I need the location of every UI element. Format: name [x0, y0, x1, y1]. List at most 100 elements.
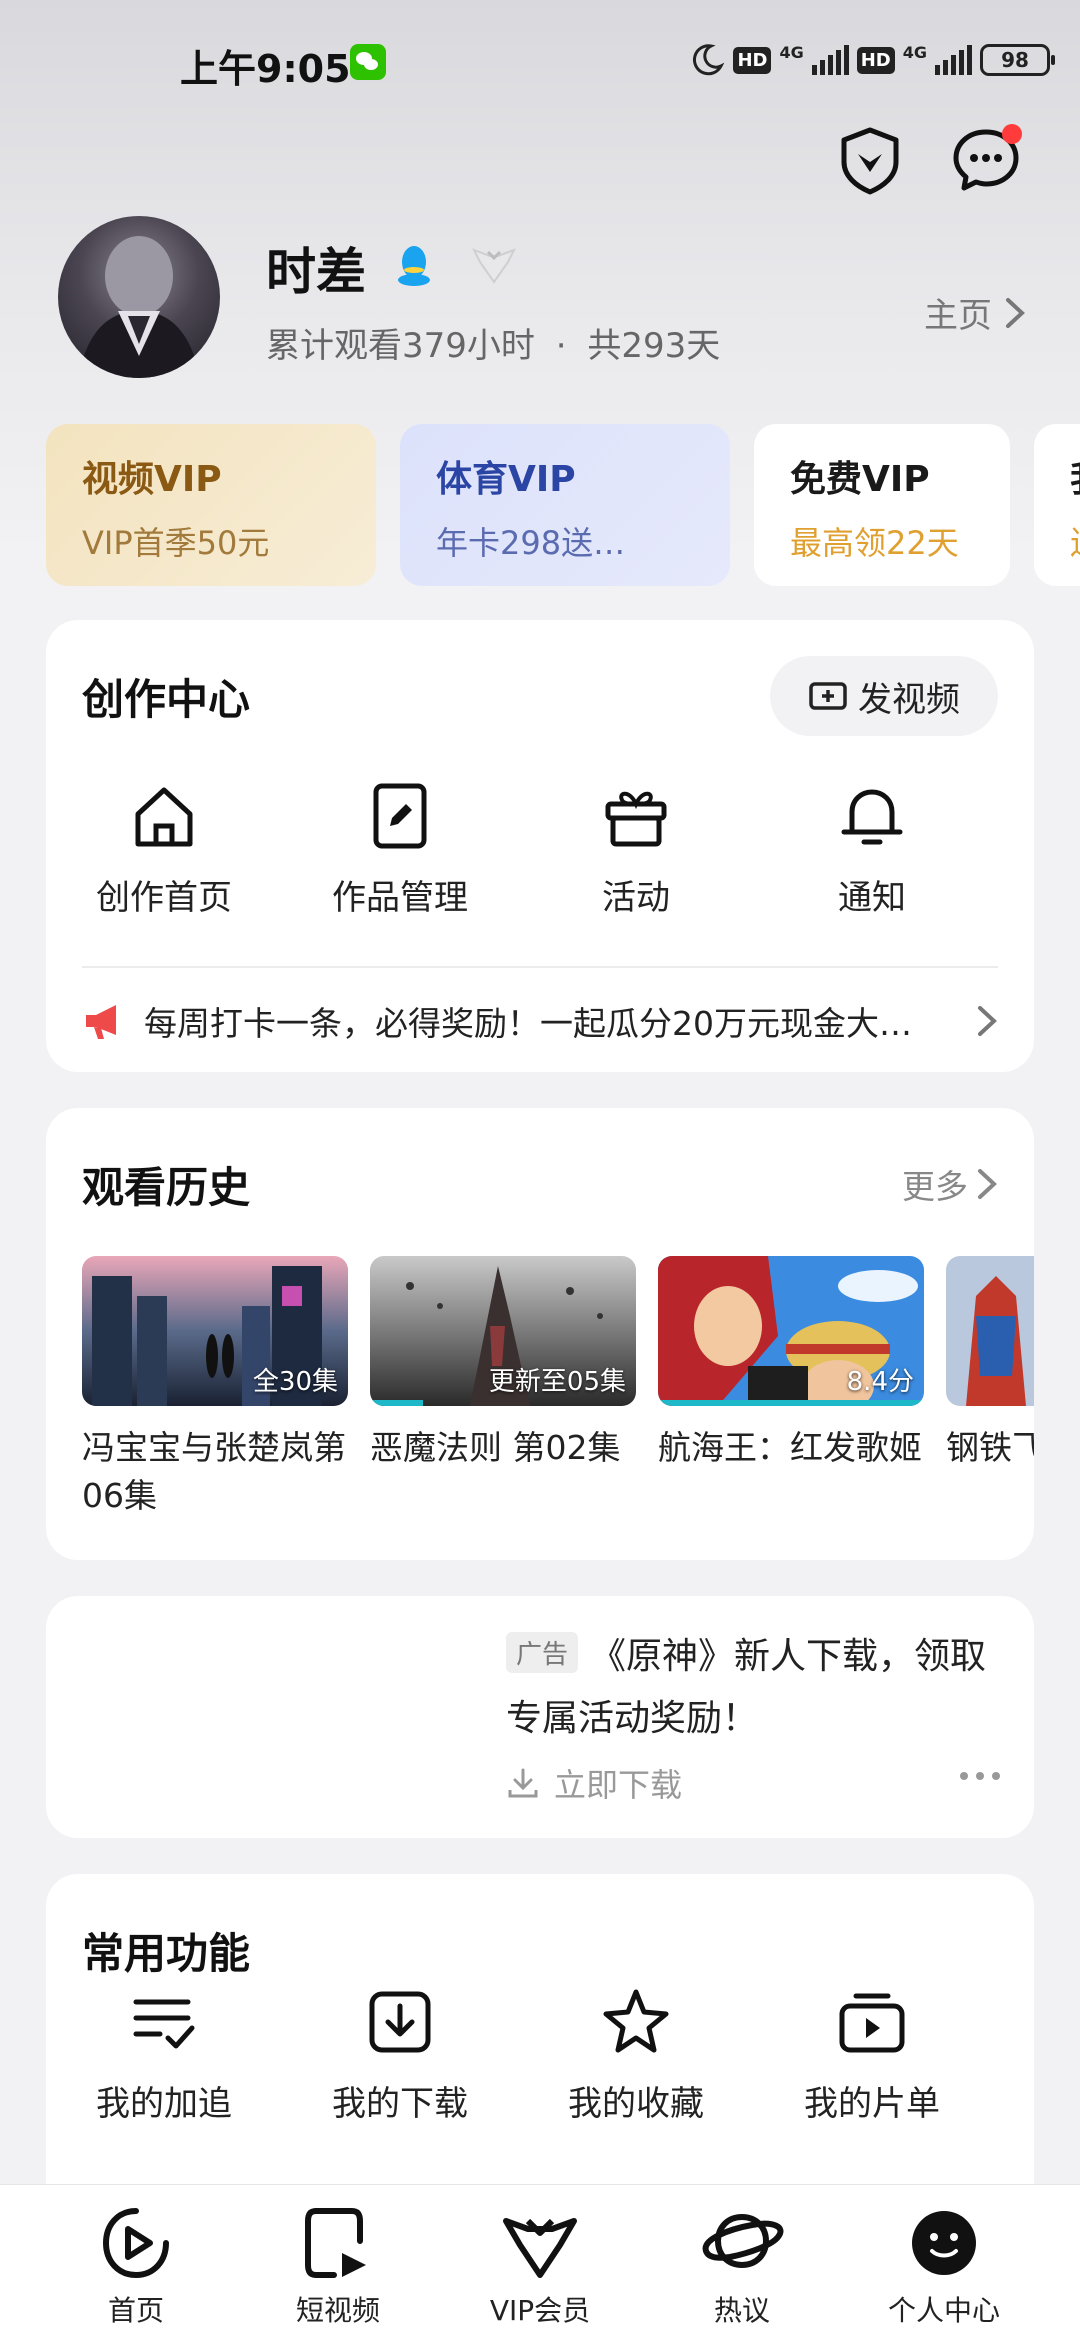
home-icon	[135, 787, 193, 847]
ad-download-label: 立即下载	[554, 1766, 683, 1804]
battery-icon: 98	[980, 44, 1055, 76]
qq-badge-icon[interactable]	[392, 242, 436, 290]
vip-card-subtitle: 最高领22天	[790, 524, 959, 562]
vip-card-sports[interactable]: 体育VIP 年卡298送…	[400, 424, 730, 586]
history-item[interactable]: 全30集 冯宝宝与张楚岚第06集	[82, 1256, 348, 1520]
nav-home[interactable]: 首页	[36, 2201, 236, 2329]
history-thumbnail: 更新至05集	[370, 1256, 636, 1406]
vip-card-title: 我	[1070, 450, 1080, 502]
more-options-icon[interactable]	[960, 1772, 1000, 1780]
function-label: 我的片单	[804, 2084, 940, 2124]
vip-card-free[interactable]: 免费VIP 最高领22天	[754, 424, 1010, 586]
megaphone-icon	[86, 1005, 116, 1039]
history-badge: 更新至05集	[488, 1367, 626, 1397]
function-label: 我的下载	[332, 2084, 468, 2124]
creation-center-title: 创作中心	[82, 675, 251, 724]
watch-history-title: 观看历史	[82, 1163, 251, 1212]
vip-card-title: 体育VIP	[436, 459, 576, 500]
history-thumbnail	[946, 1256, 1034, 1406]
function-my-downloads[interactable]: 我的下载	[280, 1986, 520, 2125]
star-icon	[603, 1989, 669, 2053]
homepage-label: 主页	[924, 296, 992, 336]
history-item[interactable]: 更新至05集 恶魔法则 第02集	[370, 1256, 636, 1472]
ad-download-button[interactable]: 立即下载	[506, 1760, 682, 1806]
function-my-follows[interactable]: 我的加追	[44, 1986, 284, 2125]
status-time: 上午9:05	[180, 47, 351, 91]
network-type: 4G	[779, 42, 804, 62]
nav-label: 首页	[107, 2294, 164, 2327]
history-thumbnail: 全30集	[82, 1256, 348, 1406]
nav-discussion[interactable]: 热议	[642, 2201, 842, 2329]
notification-dot	[1002, 124, 1022, 144]
tool-creation-home[interactable]: 创作首页	[44, 780, 284, 919]
common-functions-title: 常用功能	[82, 1929, 251, 1978]
history-title: 冯宝宝与张楚岚第06集	[82, 1428, 346, 1515]
function-my-playlists[interactable]: 我的片单	[752, 1986, 992, 2125]
tool-activities[interactable]: 活动	[516, 780, 756, 919]
shield-button[interactable]	[830, 120, 910, 200]
tool-label: 活动	[602, 878, 670, 918]
vip-card-title: 视频VIP	[82, 459, 222, 500]
homepage-link[interactable]: 主页	[924, 288, 1026, 337]
vip-card-subtitle: VIP首季50元	[82, 524, 270, 562]
tool-label: 作品管理	[332, 878, 468, 918]
vip-card-partial[interactable]: 我 送	[1034, 424, 1080, 586]
status-indicators: HD 4G HD 4G 98	[689, 40, 1055, 80]
thumbnail-image-hero	[946, 1256, 1034, 1406]
announcement-bar[interactable]: 每周打卡一条，必得奖励！一起瓜分20万元现金大…	[82, 986, 998, 1056]
tool-label: 通知	[838, 878, 906, 918]
avatar[interactable]	[58, 216, 220, 378]
vip-card-subtitle: 送	[1070, 518, 1080, 564]
network-type-2: 4G	[902, 42, 927, 62]
active-days: 共293天	[587, 326, 721, 366]
chevron-right-icon	[978, 1006, 997, 1036]
nav-label: 热议	[713, 2294, 770, 2327]
edit-icon	[373, 783, 427, 849]
post-video-button[interactable]: 发视频	[770, 656, 998, 736]
shield-icon	[841, 127, 899, 195]
nav-label: VIP会员	[489, 2294, 591, 2327]
nav-label: 短视频	[295, 2294, 380, 2327]
wechat-notification-icon	[350, 44, 386, 80]
tool-works-management[interactable]: 作品管理	[280, 780, 520, 919]
hd-badge-2: HD	[856, 46, 895, 74]
bottom-navigation: 首页 短视频 VIP会员 热议 个人中心	[0, 2184, 1080, 2340]
gift-icon	[605, 791, 667, 847]
announcement-text: 每周打卡一条，必得奖励！一起瓜分20万元现金大…	[144, 1004, 912, 1043]
more-link[interactable]: 更多	[902, 1160, 998, 1208]
nav-label: 个人中心	[887, 2294, 1000, 2327]
watch-history-card: 观看历史 更多 全30集 冯宝宝与张楚岚第06集 更新至05集 恶魔法则 第02…	[46, 1108, 1034, 1560]
signal-icon-2	[935, 45, 972, 75]
vip-cards-row: 视频VIP VIP首季50元 体育VIP 年卡298送… 免费VIP 最高领22…	[46, 424, 1080, 586]
nav-vip[interactable]: VIP会员	[440, 2201, 640, 2329]
watch-time: 累计观看379小时	[266, 326, 535, 366]
function-label: 我的收藏	[568, 2084, 704, 2124]
playlist-icon	[839, 1993, 905, 2053]
vip-card-subtitle: 年卡298送…	[436, 524, 626, 562]
nav-profile[interactable]: 个人中心	[844, 2201, 1044, 2329]
download-icon	[369, 1991, 431, 2053]
history-list: 全30集 冯宝宝与张楚岚第06集 更新至05集 恶魔法则 第02集 8.4分 航…	[82, 1256, 1034, 1546]
signal-icon	[811, 45, 849, 75]
ad-tag: 广告	[506, 1632, 579, 1673]
vip-card-video[interactable]: 视频VIP VIP首季50元	[46, 424, 376, 586]
chevron-right-icon	[1006, 297, 1025, 328]
messages-button[interactable]	[946, 120, 1026, 200]
function-my-favorites[interactable]: 我的收藏	[516, 1986, 756, 2125]
list-check-icon	[133, 1999, 195, 2049]
vip-icon	[503, 2218, 577, 2278]
nav-short-video[interactable]: 短视频	[238, 2201, 438, 2329]
history-item[interactable]: 钢铁飞龙之奥特曼	[946, 1256, 1034, 1472]
planet-icon	[702, 2213, 784, 2269]
moon-icon	[693, 44, 725, 76]
tool-notifications[interactable]: 通知	[752, 780, 992, 919]
bowtie-badge-icon[interactable]	[468, 238, 520, 288]
hd-badge: HD	[733, 46, 772, 74]
history-badge: 8.4分	[846, 1367, 914, 1397]
divider	[82, 966, 998, 968]
watch-progress-bar	[658, 1400, 924, 1406]
ad-card[interactable]: 《原神》新人下载，领取专属活动奖励！ 广告 立即下载	[46, 1596, 1034, 1838]
history-item[interactable]: 8.4分 航海王：红发歌姬	[658, 1256, 924, 1472]
more-label: 更多	[902, 1167, 968, 1206]
history-thumbnail: 8.4分	[658, 1256, 924, 1406]
